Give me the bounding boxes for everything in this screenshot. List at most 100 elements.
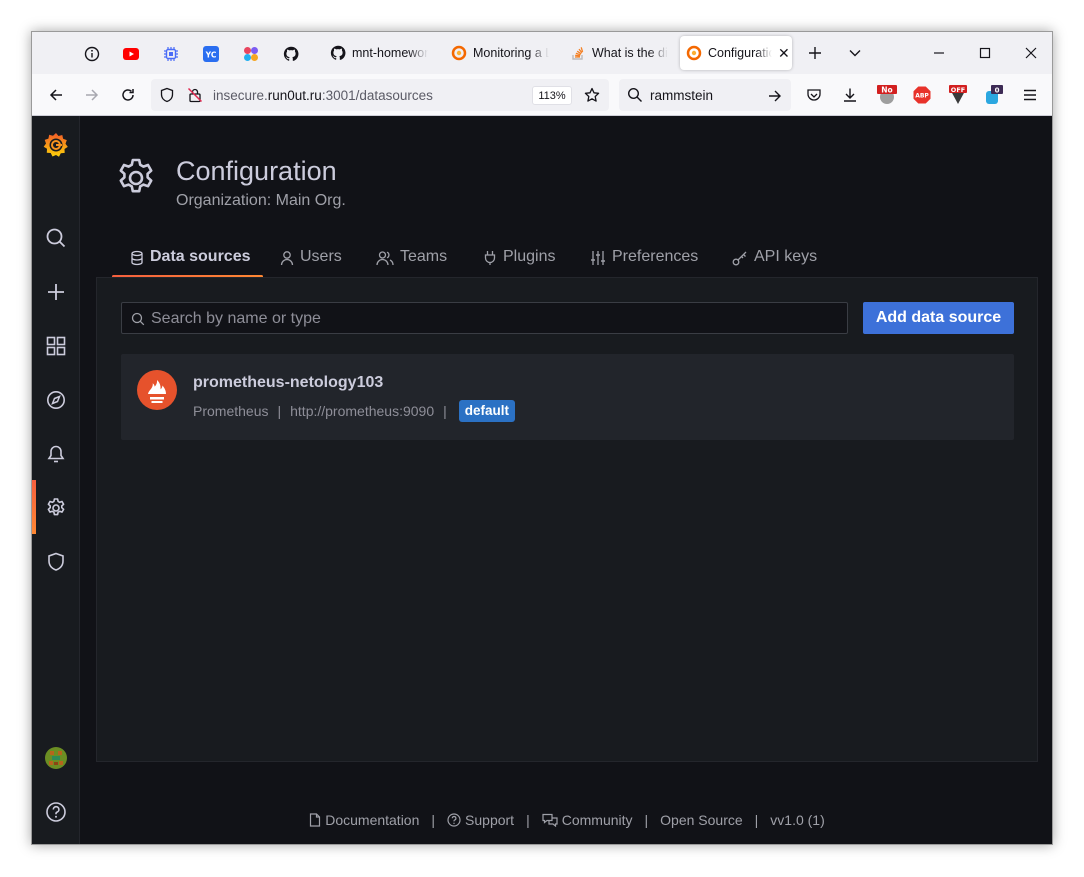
tab-label: Teams xyxy=(400,248,448,265)
footer-open-source-label: Open Source xyxy=(660,812,743,828)
grafana-icon xyxy=(451,45,467,61)
shield-icon xyxy=(160,87,174,103)
tab-plugins[interactable]: Plugins xyxy=(483,248,555,278)
key-icon xyxy=(732,250,748,266)
tab-title: Configuration xyxy=(708,46,772,60)
search-bar[interactable]: rammstein xyxy=(619,79,791,111)
plus-icon xyxy=(809,47,821,59)
grafana-logo-icon xyxy=(43,133,68,157)
info-icon xyxy=(84,46,100,62)
browser-tab-mnt-homework[interactable]: mnt-homework xyxy=(324,36,436,70)
browser-tab-stackoverflow[interactable]: What is the difference xyxy=(564,36,676,70)
sidebar-create[interactable] xyxy=(44,280,68,304)
footer-documentation-link[interactable]: Documentation xyxy=(309,812,419,828)
tab-title: mnt-homework xyxy=(352,46,428,60)
browser-tab-monitoring[interactable]: Monitoring a Linux xyxy=(445,36,557,70)
footer-version-label: vv1.0 (1) xyxy=(770,812,825,828)
compass-icon xyxy=(47,391,65,409)
forward-button[interactable] xyxy=(80,83,104,107)
plug-icon xyxy=(483,250,497,266)
chip-icon xyxy=(164,47,178,61)
pinned-tab-info[interactable] xyxy=(78,40,106,68)
sidebar-server-admin[interactable] xyxy=(44,550,68,574)
minimize-button[interactable] xyxy=(928,42,950,64)
pinned-tab-youtube[interactable] xyxy=(117,40,145,68)
svg-text:OFF: OFF xyxy=(951,86,965,94)
maximize-button[interactable] xyxy=(974,42,996,64)
tab-api-keys[interactable]: API keys xyxy=(732,248,817,278)
meta-separator: | xyxy=(277,403,282,419)
maximize-icon xyxy=(979,47,991,59)
page-subtitle: Organization: Main Org. xyxy=(176,192,346,209)
sidebar-configuration[interactable] xyxy=(44,496,68,520)
pocket-button[interactable] xyxy=(802,83,826,107)
url-prefix: insecure. xyxy=(213,88,268,103)
url-bar[interactable]: insecure.run0ut.ru:3001/datasources 113% xyxy=(151,79,609,111)
pinned-tab-yc[interactable]: YC xyxy=(197,40,225,68)
extension-adblock[interactable]: ABP xyxy=(910,83,934,107)
extension-noscript[interactable]: No xyxy=(875,83,899,107)
pinned-tab-github[interactable] xyxy=(277,40,305,68)
arrow-right-icon xyxy=(86,89,99,101)
avatar xyxy=(45,747,67,769)
page-title: Configuration xyxy=(176,156,337,186)
extension-counter[interactable]: 0 xyxy=(982,83,1006,107)
sidebar-dashboards[interactable] xyxy=(44,334,68,358)
close-window-button[interactable] xyxy=(1020,42,1042,64)
noscript-badge: No xyxy=(881,86,892,95)
datasource-search-input[interactable]: Search by name or type xyxy=(121,302,848,334)
search-icon xyxy=(46,228,66,248)
footer-support-link[interactable]: Support xyxy=(447,812,514,828)
minimize-icon xyxy=(934,52,944,54)
search-icon xyxy=(131,312,145,326)
downloads-button[interactable] xyxy=(838,83,862,107)
footer-open-source-link[interactable]: Open Source xyxy=(660,812,743,828)
footer-support-label: Support xyxy=(465,812,515,828)
datasource-type: Prometheus xyxy=(193,403,269,419)
datasource-name[interactable]: prometheus-netology103 xyxy=(193,374,383,392)
tab-data-sources[interactable]: Data sources xyxy=(112,248,263,278)
sidebar-profile[interactable] xyxy=(44,746,68,770)
footer-separator: | xyxy=(644,812,649,828)
svg-text:ABP: ABP xyxy=(915,93,929,100)
pinned-tab-app[interactable] xyxy=(237,40,265,68)
document-icon xyxy=(310,813,321,827)
back-button[interactable] xyxy=(44,83,68,107)
tab-teams[interactable]: Teams xyxy=(376,248,447,278)
apps-icon xyxy=(244,47,258,61)
app-menu-button[interactable] xyxy=(1018,83,1042,107)
browser-tab-configuration[interactable]: Configuration ✕ xyxy=(680,36,792,70)
add-data-source-button[interactable]: Add data source xyxy=(863,302,1014,334)
help-icon xyxy=(46,802,66,822)
search-placeholder: Search by name or type xyxy=(151,310,321,327)
grafana-home-logo[interactable] xyxy=(42,131,70,159)
tab-users[interactable]: Users xyxy=(280,248,342,278)
default-badge: default xyxy=(458,400,516,422)
footer-community-link[interactable]: Community xyxy=(542,812,633,828)
tab-preferences[interactable]: Preferences xyxy=(590,248,698,278)
new-tab-button[interactable] xyxy=(804,42,826,64)
extension-off[interactable]: OFF xyxy=(946,83,970,107)
close-tab-icon[interactable]: ✕ xyxy=(778,45,790,62)
dashboards-icon xyxy=(46,336,66,356)
footer-community-label: Community xyxy=(561,812,633,828)
arrow-right-icon[interactable] xyxy=(767,88,783,104)
sidebar-explore[interactable] xyxy=(44,388,68,412)
sidebar-alerting[interactable] xyxy=(44,442,68,466)
stackoverflow-icon xyxy=(572,47,584,60)
tab-label: Data sources xyxy=(150,248,251,265)
bookmark-star-icon[interactable] xyxy=(584,87,600,103)
adblock-icon: ABP xyxy=(913,86,931,104)
list-all-tabs-button[interactable] xyxy=(844,42,866,64)
datasource-card[interactable]: prometheus-netology103 Prometheus | http… xyxy=(121,354,1014,440)
bell-icon xyxy=(47,445,65,463)
sidebar-help[interactable] xyxy=(44,800,68,824)
arrow-left-icon xyxy=(49,89,62,101)
reload-button[interactable] xyxy=(116,83,140,107)
sidebar-search[interactable] xyxy=(44,226,68,250)
pinned-tab-chip[interactable] xyxy=(157,40,185,68)
prometheus-icon xyxy=(137,370,177,410)
gear-icon xyxy=(47,498,65,516)
reload-icon xyxy=(122,89,134,101)
zoom-indicator[interactable]: 113% xyxy=(532,86,572,105)
